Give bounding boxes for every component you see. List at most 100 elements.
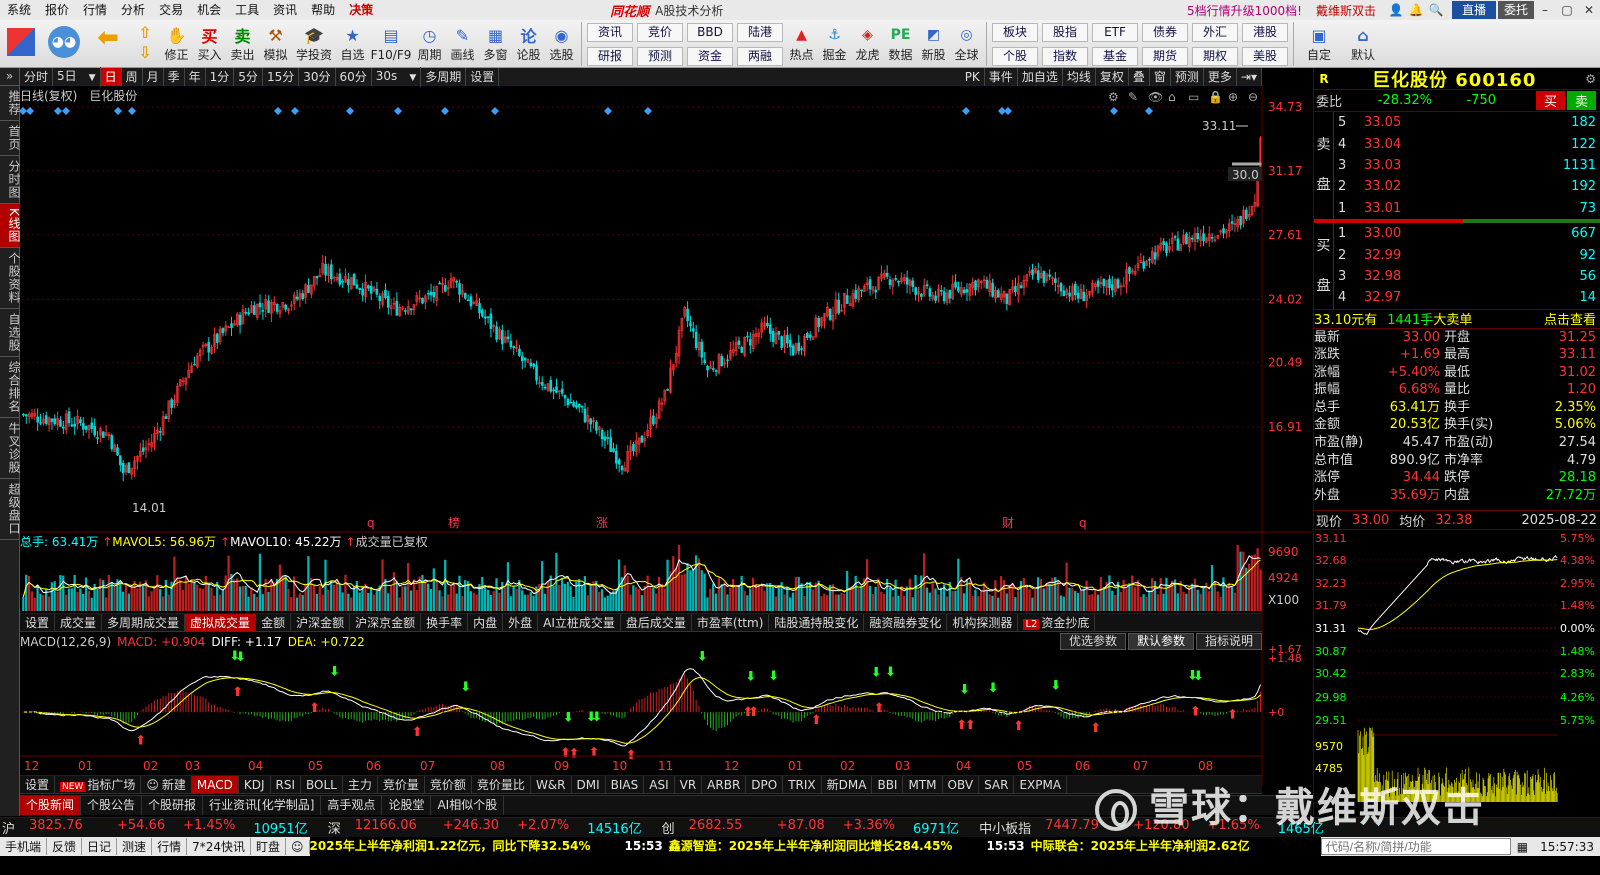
indicator-tab-14[interactable]: ASI [644,776,675,793]
indicator-tab-21[interactable]: MTM [903,776,943,793]
search-icon[interactable]: 🔍 [1426,3,1446,17]
period-tab-4[interactable]: 月 [143,67,164,86]
toolbar-button-默认[interactable]: ⌂ 默认 [1341,20,1385,68]
bottom-tab-0[interactable]: 手机端 [0,838,48,855]
toolbar-button-龙虎[interactable]: ◈ 龙虎 [851,20,884,68]
toolbar-button-全球[interactable]: ◎ 全球 [950,20,983,68]
robot-small-icon[interactable]: ☺ [286,839,310,854]
event-diamond-icon[interactable] [644,107,652,115]
toolbar-button-修正[interactable]: ✋ 修正 [160,20,193,68]
order-button[interactable]: 委托 [1497,1,1534,19]
toolbar-pair-button[interactable]: 陆港 [737,22,783,42]
toolbar-button-论股[interactable]: 论论股 [512,20,545,68]
chart-tool-7[interactable]: 预测 [1171,67,1204,86]
period-tab-7[interactable]: 1分 [206,67,235,86]
toolbar-pair-button[interactable]: 期货 [1142,46,1188,66]
news-tab-5[interactable]: 论股堂 [382,796,432,815]
menu-item-3[interactable]: 分析 [114,0,152,20]
maximize-icon[interactable]: ▢ [1556,3,1578,17]
left-tab-6[interactable]: 综合排名 [0,357,21,418]
news-tab-2[interactable]: 个股研报 [142,796,204,815]
toolbar-pair-button[interactable]: BBD [687,22,733,42]
indicator-tab-7[interactable]: 主力 [343,776,378,793]
event-diamond-icon[interactable] [291,107,299,115]
toolbar-pair-button[interactable]: 基金 [1092,46,1138,66]
chart-marker[interactable]: 榜 [448,515,460,530]
chart-tool-8[interactable]: 更多 [1204,67,1237,86]
event-diamond-icon[interactable] [962,107,970,115]
index-quote-2[interactable]: 创 2682.55 +87.08 +3.36% 6971亿 [660,818,977,837]
toolbar-button-F10/F9[interactable]: ▤ F10/F9 [369,20,413,68]
event-diamond-icon[interactable] [20,107,27,115]
indicator-tab-13[interactable]: BIAS [606,776,645,793]
menu-item-0[interactable]: 系统 [0,0,38,20]
toolbar-pair-button[interactable]: ETF [1092,22,1138,42]
menu-item-6[interactable]: 工具 [228,0,266,20]
volume-tab-8[interactable]: 内盘 [468,614,504,631]
chart-tool-3[interactable]: 均线 [1063,67,1096,86]
chart-tool-6[interactable]: 窗 [1150,67,1171,86]
menu-item-1[interactable]: 报价 [38,0,76,20]
menu-item-2[interactable]: 行情 [76,0,114,20]
chart-tool-0[interactable]: PK [961,67,985,86]
period-tab-1[interactable]: 5日 ▼ [53,66,101,87]
toolbar-pair-button[interactable]: 指数 [1042,46,1088,66]
chart-marker[interactable]: 财 [1002,516,1014,530]
news-tab-1[interactable]: 个股公告 [81,796,143,815]
macd-param-button-1[interactable]: 默认参数 [1127,633,1194,650]
event-diamond-icon[interactable] [274,107,282,115]
event-diamond-icon[interactable] [26,107,34,115]
toolbar-pair-button[interactable]: 预测 [637,46,683,66]
volume-tab-9[interactable]: 外盘 [503,614,539,631]
left-tab-2[interactable]: 分时图 [0,156,21,204]
toolbar-button-数据[interactable]: PE 数据 [884,20,917,68]
close-icon[interactable]: ✕ [1578,3,1600,17]
event-diamond-icon[interactable] [1004,107,1012,115]
menu-item-8[interactable]: 帮助 [304,0,342,20]
intraday-mini-chart[interactable]: 现价 33.00 均价 32.38 2025-08-22 33.11 32.68 3… [1314,510,1600,819]
event-diamond-icon[interactable] [346,107,354,115]
menu-item-5[interactable]: 机会 [190,0,228,20]
volume-tab-0[interactable]: 设置 [20,614,56,631]
big-order-ticker[interactable]: 33.10元有 1441手 大卖单 点击查看 [1314,308,1600,329]
toolbar-button-学投资[interactable]: 🎓 学投资 [292,20,336,68]
indicator-tab-17[interactable]: DPO [746,776,784,793]
news-item[interactable]: 鑫源智造：2025年上半年净利润同比增长284.45% [669,839,953,853]
period-tab-11[interactable]: 60分 [336,67,372,86]
left-tab-collapse[interactable]: » [0,68,20,86]
back-button[interactable]: ⬅ [86,20,130,68]
event-diamond-icon[interactable] [491,107,499,115]
up-down-buttons[interactable]: ⇧ ⇩ [130,20,160,68]
event-diamond-icon[interactable] [62,107,70,115]
volume-tab-13[interactable]: 陆股通持股变化 [769,614,865,631]
toolbar-button-多窗[interactable]: ▦ 多窗 [479,20,512,68]
bids-row[interactable]: 1 33.00 667 [1334,223,1600,244]
buy-button[interactable]: 买 [1535,91,1565,110]
volume-tab-7[interactable]: 换手率 [421,614,469,631]
bids-row[interactable]: 4 32.97 14 [1334,287,1600,308]
indicator-tab-0[interactable]: 设置 [20,776,56,793]
left-tab-0[interactable]: 推荐 [0,86,21,121]
chart-marker[interactable]: q [367,516,375,530]
gear-icon[interactable]: ⚙ [1585,72,1596,86]
chart-marker[interactable]: 涨 [596,515,608,530]
event-diamond-icon[interactable] [128,107,136,115]
menu-item-decision[interactable]: 决策 [342,0,380,20]
user-icon[interactable]: 👤 [1386,3,1406,17]
live-button[interactable]: 直播 [1451,1,1496,19]
promo-link-2[interactable]: 戴维斯双击 [1316,2,1376,19]
bottom-tab-6[interactable]: 盯盘 [251,838,286,855]
toolbar-button-自定[interactable]: ▣ 自定 [1297,20,1341,68]
toolbar-pair-button[interactable]: 港股 [1242,22,1288,42]
indicator-tab-4[interactable]: KDJ [239,776,271,793]
toolbar-pair-button[interactable]: 股指 [1042,22,1088,42]
toolbar-button-模拟[interactable]: ⚒ 模拟 [259,20,292,68]
chart-marker[interactable]: q [1079,516,1087,530]
period-tab-8[interactable]: 5分 [234,67,263,86]
toolbar-pair-button[interactable]: 美股 [1242,46,1288,66]
left-tab-4[interactable]: 个股资料 [0,248,21,309]
news-tab-0[interactable]: 个股新闻 [20,796,82,815]
indicator-tab-3[interactable]: MACD [191,776,239,793]
bids-row[interactable]: 3 32.98 56 [1334,266,1600,287]
indicator-tab-2[interactable]: ☺ 新建 [141,776,192,793]
